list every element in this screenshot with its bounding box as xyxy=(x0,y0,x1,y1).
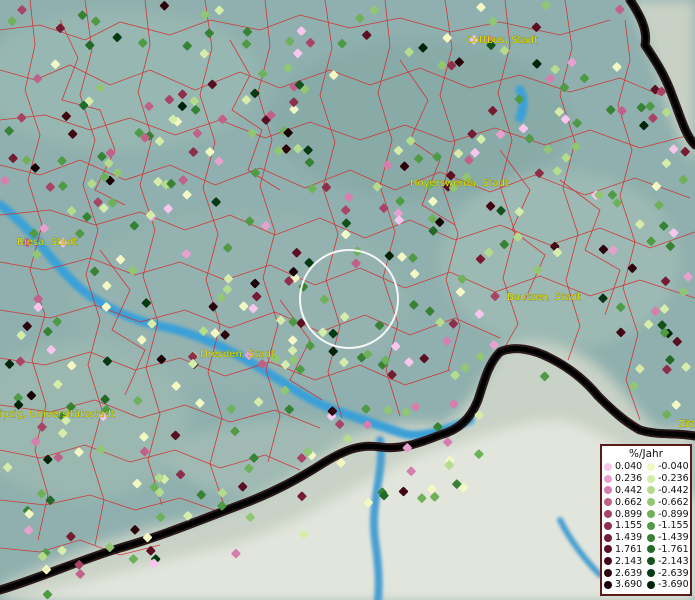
legend-value: -0.899 xyxy=(658,508,689,520)
legend-swatch xyxy=(604,569,612,578)
legend-swatch xyxy=(604,498,612,507)
legend-value: 2.143 xyxy=(615,555,643,567)
legend-value: -0.236 xyxy=(658,473,689,485)
legend-swatch xyxy=(647,486,655,495)
legend-entry: 1.761 xyxy=(604,544,647,556)
legend-entry: -1.761 xyxy=(647,544,690,556)
legend-value: -1.761 xyxy=(658,543,689,555)
city-label-bautzen[interactable]: Bautzen, Stadt xyxy=(507,292,581,303)
legend-value: -0.040 xyxy=(658,461,689,473)
legend-entry: -0.442 xyxy=(647,485,690,497)
legend-negative-column: -0.040 -0.236 -0.442 -0.662 -0.899 -1.155 -1.4… xyxy=(647,461,690,591)
legend-entry: 1.155 xyxy=(604,520,647,532)
legend-value: 0.899 xyxy=(615,508,643,520)
legend-value: -2.143 xyxy=(658,555,689,567)
legend-entry: -0.236 xyxy=(647,473,690,485)
legend-value: -3.690 xyxy=(658,579,689,591)
legend-positive-column: 0.040 0.236 0.442 0.662 0.899 1.155 1.439 1.761… xyxy=(604,461,647,591)
legend-title: %/Jahr xyxy=(628,448,664,460)
legend-entry: -3.690 xyxy=(647,579,690,591)
legend-swatch xyxy=(604,510,612,519)
legend-swatch xyxy=(604,533,612,542)
legend-swatch xyxy=(647,474,655,483)
legend-entry: 3.690 xyxy=(604,579,647,591)
city-label-zittau[interactable]: Zittau xyxy=(678,419,695,430)
legend-swatch xyxy=(647,462,655,471)
legend-swatch xyxy=(647,498,655,507)
legend-swatch xyxy=(604,545,612,554)
legend-entry: 2.143 xyxy=(604,555,647,567)
legend-entry: 1.439 xyxy=(604,532,647,544)
legend-value: 3.690 xyxy=(615,579,643,591)
legend-value: 0.662 xyxy=(615,496,643,508)
legend-entry: -2.143 xyxy=(647,555,690,567)
legend-value: 0.040 xyxy=(615,461,643,473)
city-label-dresden[interactable]: Dresden, Stadt xyxy=(200,349,275,360)
legend-swatch xyxy=(647,569,655,578)
legend-value: -1.155 xyxy=(658,520,689,532)
legend-value: 1.155 xyxy=(615,520,643,532)
legend-entry: -0.899 xyxy=(647,508,690,520)
legend-swatch xyxy=(647,521,655,530)
legend-swatch xyxy=(647,545,655,554)
legend-swatch xyxy=(647,557,655,566)
city-label-leipzig[interactable]: Leipzig, Universitätsstadt xyxy=(0,409,115,420)
legend-value: 0.236 xyxy=(615,473,643,485)
legend-value: 2.639 xyxy=(615,567,643,579)
legend-swatch xyxy=(604,462,612,471)
legend-swatch xyxy=(604,486,612,495)
legend-entry: -2.639 xyxy=(647,567,690,579)
legend-value: -0.662 xyxy=(658,496,689,508)
legend-value: -2.639 xyxy=(658,567,689,579)
legend: %/Jahr 0.040 0.236 0.442 0.662 0.899 1.155 1.4… xyxy=(600,444,692,596)
legend-value: -1.439 xyxy=(658,532,689,544)
legend-swatch xyxy=(604,580,612,589)
legend-entry: 0.040 xyxy=(604,461,647,473)
legend-swatch xyxy=(604,474,612,483)
legend-entry: -1.155 xyxy=(647,520,690,532)
city-label-riesa[interactable]: Riesa, Stadt xyxy=(17,237,78,248)
legend-entry: 0.662 xyxy=(604,496,647,508)
city-label-hoyerswerda[interactable]: Hoyerswerda, Stadt xyxy=(410,178,509,189)
legend-swatch xyxy=(647,580,655,589)
legend-entry: -0.040 xyxy=(647,461,690,473)
legend-swatch xyxy=(647,533,655,542)
legend-entry: -0.662 xyxy=(647,496,690,508)
legend-swatch xyxy=(604,557,612,566)
legend-value: 1.761 xyxy=(615,543,643,555)
legend-value: -0.442 xyxy=(658,484,689,496)
legend-entry: 2.639 xyxy=(604,567,647,579)
legend-value: 0.442 xyxy=(615,484,643,496)
map-view[interactable]: Cottbus, Stadt Hoyerswerda, Stadt Riesa,… xyxy=(0,0,695,600)
legend-swatch xyxy=(647,510,655,519)
legend-swatch xyxy=(604,521,612,530)
city-label-cottbus[interactable]: Cottbus, Stadt xyxy=(466,35,538,46)
map-canvas[interactable]: Cottbus, Stadt Hoyerswerda, Stadt Riesa,… xyxy=(0,0,695,600)
legend-entry: -1.439 xyxy=(647,532,690,544)
legend-entry: 0.442 xyxy=(604,485,647,497)
legend-value: 1.439 xyxy=(615,532,643,544)
legend-entry: 0.236 xyxy=(604,473,647,485)
legend-entry: 0.899 xyxy=(604,508,647,520)
